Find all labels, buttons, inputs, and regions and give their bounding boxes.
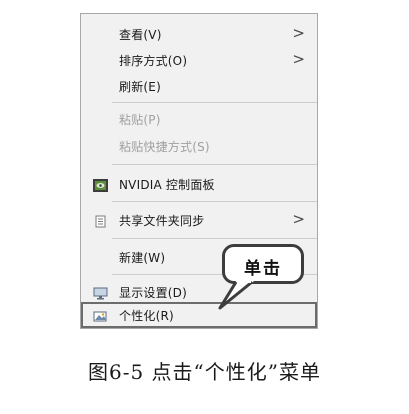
- callout-pointer: [218, 279, 254, 310]
- figure-caption: 图6-5 点击“个性化”菜单: [87, 360, 321, 384]
